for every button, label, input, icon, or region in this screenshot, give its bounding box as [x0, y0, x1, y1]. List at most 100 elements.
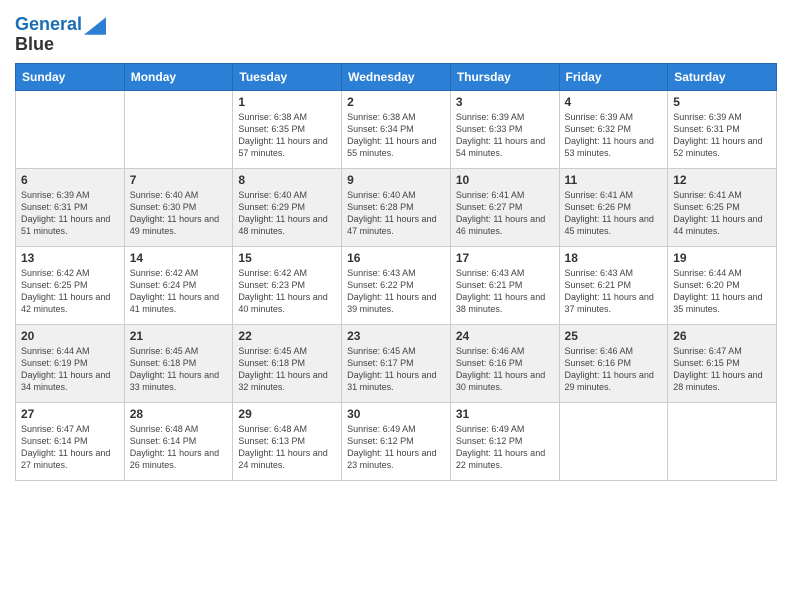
- calendar-cell: 12 Sunrise: 6:41 AMSunset: 6:25 PMDayligh…: [668, 169, 777, 247]
- day-info: Sunrise: 6:39 AMSunset: 6:33 PMDaylight:…: [456, 111, 554, 160]
- day-number: 26: [673, 329, 771, 343]
- day-info: Sunrise: 6:38 AMSunset: 6:34 PMDaylight:…: [347, 111, 445, 160]
- calendar-header-sunday: Sunday: [16, 64, 125, 91]
- day-number: 6: [21, 173, 119, 187]
- calendar-cell: 17 Sunrise: 6:43 AMSunset: 6:21 PMDayligh…: [450, 247, 559, 325]
- day-number: 23: [347, 329, 445, 343]
- day-number: 7: [130, 173, 228, 187]
- day-info: Sunrise: 6:41 AMSunset: 6:27 PMDaylight:…: [456, 189, 554, 238]
- day-number: 12: [673, 173, 771, 187]
- calendar-cell: 19 Sunrise: 6:44 AMSunset: 6:20 PMDayligh…: [668, 247, 777, 325]
- logo-text: General: [15, 15, 82, 35]
- day-info: Sunrise: 6:43 AMSunset: 6:21 PMDaylight:…: [565, 267, 663, 316]
- day-number: 4: [565, 95, 663, 109]
- day-info: Sunrise: 6:44 AMSunset: 6:20 PMDaylight:…: [673, 267, 771, 316]
- calendar-week-3: 13Sunrise: 6:42 AMSunset: 6:25 PMDayligh…: [16, 247, 777, 325]
- calendar-cell: 8Sunrise: 6:40 AMSunset: 6:29 PMDaylight…: [233, 169, 342, 247]
- day-info: Sunrise: 6:43 AMSunset: 6:21 PMDaylight:…: [456, 267, 554, 316]
- calendar-cell: 24Sunrise: 6:46 AMSunset: 6:16 PMDayligh…: [450, 325, 559, 403]
- calendar-cell: 16 Sunrise: 6:43 AMSunset: 6:22 PMDayligh…: [342, 247, 451, 325]
- calendar-cell: 13Sunrise: 6:42 AMSunset: 6:25 PMDayligh…: [16, 247, 125, 325]
- day-info: Sunrise: 6:38 AMSunset: 6:35 PMDaylight:…: [238, 111, 336, 160]
- calendar-cell: 31 Sunrise: 6:49 AMSunset: 6:12 PMDayligh…: [450, 403, 559, 481]
- day-number: 29: [238, 407, 336, 421]
- day-number: 20: [21, 329, 119, 343]
- calendar-page: General Blue SundayMondayTuesdayWednesda…: [0, 0, 792, 612]
- calendar-cell: 30 Sunrise: 6:49 AMSunset: 6:12 PMDayligh…: [342, 403, 451, 481]
- day-info: Sunrise: 6:41 AMSunset: 6:26 PMDaylight:…: [565, 189, 663, 238]
- calendar-header-wednesday: Wednesday: [342, 64, 451, 91]
- day-number: 2: [347, 95, 445, 109]
- day-number: 31: [456, 407, 554, 421]
- day-info: Sunrise: 6:47 AMSunset: 6:15 PMDaylight:…: [673, 345, 771, 394]
- day-info: Sunrise: 6:47 AMSunset: 6:14 PMDaylight:…: [21, 423, 119, 472]
- calendar-cell: 22 Sunrise: 6:45 AMSunset: 6:18 PMDayligh…: [233, 325, 342, 403]
- calendar-header-friday: Friday: [559, 64, 668, 91]
- day-info: Sunrise: 6:40 AMSunset: 6:30 PMDaylight:…: [130, 189, 228, 238]
- day-info: Sunrise: 6:39 AMSunset: 6:31 PMDaylight:…: [673, 111, 771, 160]
- header: General Blue: [15, 10, 777, 55]
- calendar-header-monday: Monday: [124, 64, 233, 91]
- calendar-cell: 9 Sunrise: 6:40 AMSunset: 6:28 PMDaylight…: [342, 169, 451, 247]
- calendar-cell: 28Sunrise: 6:48 AMSunset: 6:14 PMDayligh…: [124, 403, 233, 481]
- calendar-cell: 27 Sunrise: 6:47 AMSunset: 6:14 PMDayligh…: [16, 403, 125, 481]
- day-info: Sunrise: 6:43 AMSunset: 6:22 PMDaylight:…: [347, 267, 445, 316]
- day-number: 5: [673, 95, 771, 109]
- logo: General Blue: [15, 15, 106, 55]
- day-info: Sunrise: 6:48 AMSunset: 6:13 PMDaylight:…: [238, 423, 336, 472]
- calendar-cell: 11 Sunrise: 6:41 AMSunset: 6:26 PMDayligh…: [559, 169, 668, 247]
- calendar-header-thursday: Thursday: [450, 64, 559, 91]
- calendar-cell: 6 Sunrise: 6:39 AMSunset: 6:31 PMDaylight…: [16, 169, 125, 247]
- calendar-cell: 21Sunrise: 6:45 AMSunset: 6:18 PMDayligh…: [124, 325, 233, 403]
- calendar-cell: 14Sunrise: 6:42 AMSunset: 6:24 PMDayligh…: [124, 247, 233, 325]
- day-number: 30: [347, 407, 445, 421]
- day-number: 1: [238, 95, 336, 109]
- day-number: 14: [130, 251, 228, 265]
- calendar-header-row: SundayMondayTuesdayWednesdayThursdayFrid…: [16, 64, 777, 91]
- day-number: 15: [238, 251, 336, 265]
- day-number: 17: [456, 251, 554, 265]
- day-info: Sunrise: 6:49 AMSunset: 6:12 PMDaylight:…: [456, 423, 554, 472]
- calendar-cell: 3 Sunrise: 6:39 AMSunset: 6:33 PMDaylight…: [450, 91, 559, 169]
- day-info: Sunrise: 6:49 AMSunset: 6:12 PMDaylight:…: [347, 423, 445, 472]
- day-info: Sunrise: 6:39 AMSunset: 6:31 PMDaylight:…: [21, 189, 119, 238]
- day-number: 9: [347, 173, 445, 187]
- logo-blue: Blue: [15, 34, 54, 54]
- calendar-cell: [124, 91, 233, 169]
- calendar-cell: 2 Sunrise: 6:38 AMSunset: 6:34 PMDaylight…: [342, 91, 451, 169]
- day-info: Sunrise: 6:44 AMSunset: 6:19 PMDaylight:…: [21, 345, 119, 394]
- calendar-cell: 20 Sunrise: 6:44 AMSunset: 6:19 PMDayligh…: [16, 325, 125, 403]
- logo-icon: [84, 17, 106, 35]
- day-info: Sunrise: 6:41 AMSunset: 6:25 PMDaylight:…: [673, 189, 771, 238]
- calendar-cell: 29 Sunrise: 6:48 AMSunset: 6:13 PMDayligh…: [233, 403, 342, 481]
- calendar-week-4: 20 Sunrise: 6:44 AMSunset: 6:19 PMDayligh…: [16, 325, 777, 403]
- day-number: 11: [565, 173, 663, 187]
- day-info: Sunrise: 6:45 AMSunset: 6:18 PMDaylight:…: [238, 345, 336, 394]
- calendar-week-5: 27 Sunrise: 6:47 AMSunset: 6:14 PMDayligh…: [16, 403, 777, 481]
- day-number: 18: [565, 251, 663, 265]
- calendar-cell: 15 Sunrise: 6:42 AMSunset: 6:23 PMDayligh…: [233, 247, 342, 325]
- day-info: Sunrise: 6:40 AMSunset: 6:28 PMDaylight:…: [347, 189, 445, 238]
- calendar-week-2: 6 Sunrise: 6:39 AMSunset: 6:31 PMDaylight…: [16, 169, 777, 247]
- logo-general: General: [15, 14, 82, 34]
- day-number: 22: [238, 329, 336, 343]
- calendar-cell: 23 Sunrise: 6:45 AMSunset: 6:17 PMDayligh…: [342, 325, 451, 403]
- calendar-cell: 26 Sunrise: 6:47 AMSunset: 6:15 PMDayligh…: [668, 325, 777, 403]
- day-number: 19: [673, 251, 771, 265]
- calendar-cell: 4Sunrise: 6:39 AMSunset: 6:32 PMDaylight…: [559, 91, 668, 169]
- day-number: 25: [565, 329, 663, 343]
- day-info: Sunrise: 6:42 AMSunset: 6:23 PMDaylight:…: [238, 267, 336, 316]
- day-number: 10: [456, 173, 554, 187]
- day-info: Sunrise: 6:46 AMSunset: 6:16 PMDaylight:…: [565, 345, 663, 394]
- day-info: Sunrise: 6:48 AMSunset: 6:14 PMDaylight:…: [130, 423, 228, 472]
- calendar-cell: [559, 403, 668, 481]
- calendar-cell: 7 Sunrise: 6:40 AMSunset: 6:30 PMDaylight…: [124, 169, 233, 247]
- day-number: 8: [238, 173, 336, 187]
- day-number: 27: [21, 407, 119, 421]
- day-number: 3: [456, 95, 554, 109]
- day-number: 16: [347, 251, 445, 265]
- day-info: Sunrise: 6:45 AMSunset: 6:17 PMDaylight:…: [347, 345, 445, 394]
- calendar-cell: 25 Sunrise: 6:46 AMSunset: 6:16 PMDayligh…: [559, 325, 668, 403]
- day-info: Sunrise: 6:45 AMSunset: 6:18 PMDaylight:…: [130, 345, 228, 394]
- calendar-week-1: 1 Sunrise: 6:38 AMSunset: 6:35 PMDaylight…: [16, 91, 777, 169]
